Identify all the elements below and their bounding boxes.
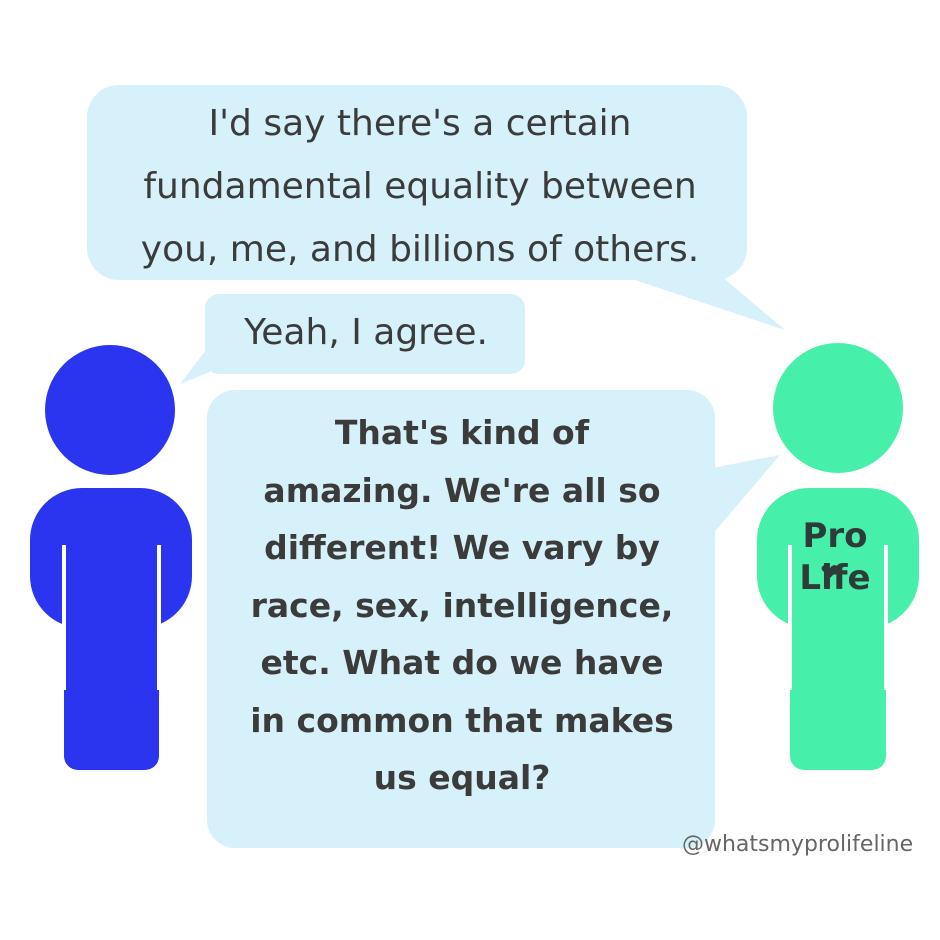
social-handle: @whatsmyprolifeline — [682, 832, 914, 857]
person-right-head — [773, 343, 903, 473]
person-left-legs — [64, 600, 159, 770]
shirt-line-pro: Pro — [802, 516, 868, 556]
question-line-4: race, sex, intelligence, — [250, 585, 674, 625]
question-line-3: different! We vary by — [264, 528, 660, 567]
person-left-head — [45, 345, 175, 475]
question-line-6: in common that makes — [250, 700, 674, 740]
person-right-legs — [790, 600, 886, 770]
question-line-5: etc. What do we have — [260, 643, 664, 682]
question-line-2: amazing. We're all so — [263, 470, 661, 510]
question-line-1: That's kind of — [334, 413, 590, 452]
top-line-1: I'd say there's a certain — [208, 103, 632, 144]
question-bubble-text: That's kind of amazing. We're all so dif… — [212, 404, 712, 807]
shirt-line-life: Life — [799, 558, 871, 598]
top-line-3: you, me, and billions of others. — [140, 229, 700, 270]
top-bubble-text: I'd say there's a certain fundamental eq… — [95, 92, 745, 281]
person-left — [30, 345, 192, 770]
top-line-2: fundamental equality between — [143, 166, 697, 207]
reply-bubble-text: Yeah, I agree. — [244, 312, 488, 353]
question-line-7: us equal? — [373, 758, 551, 797]
shirt-text: Pro Life — [760, 515, 910, 599]
